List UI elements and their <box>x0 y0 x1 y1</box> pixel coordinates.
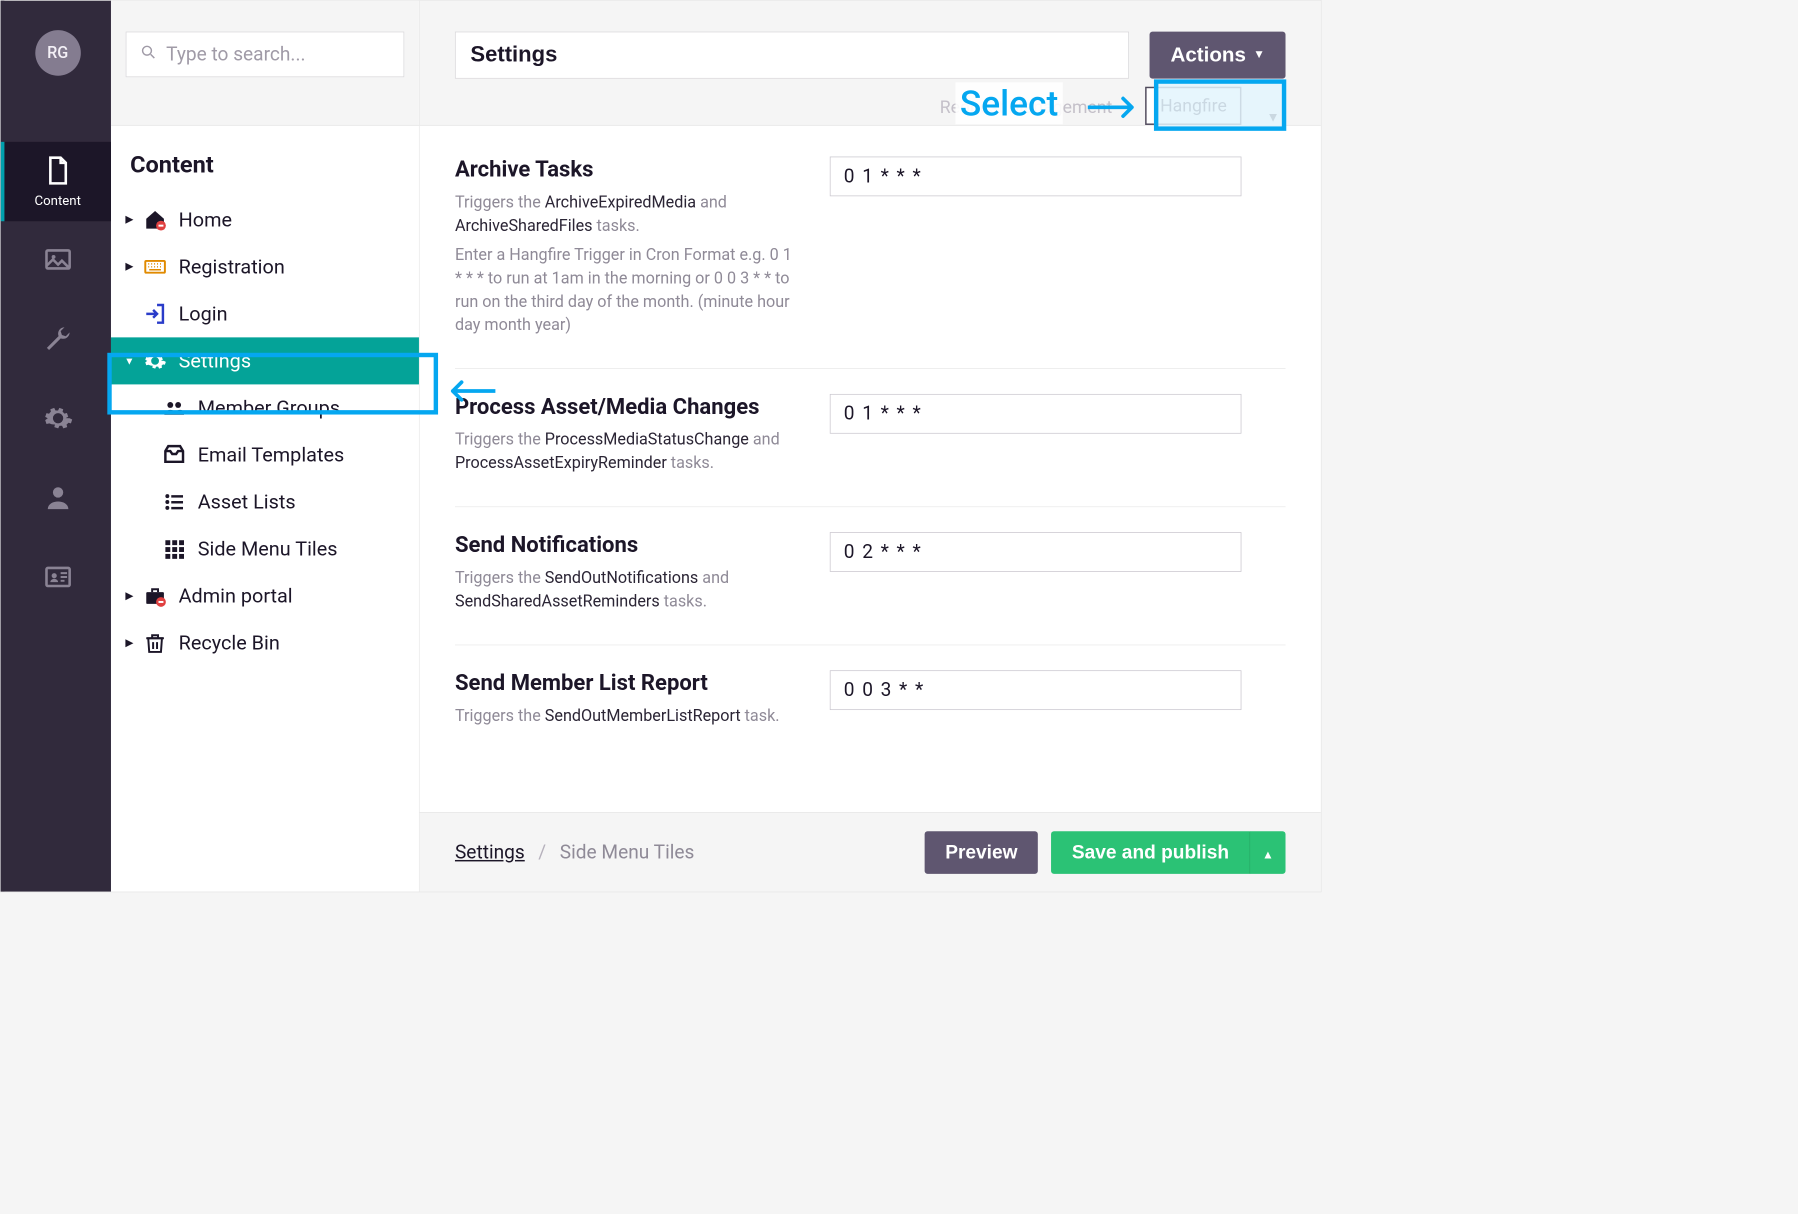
tree-item-recycle-bin[interactable]: ▶ Recycle Bin <box>111 620 419 667</box>
tree-item-label: Login <box>179 302 228 326</box>
tab-strip: Request Management Hangfire ▼ <box>455 88 1286 125</box>
inbox-icon <box>159 443 188 467</box>
tree-item-settings[interactable]: ▼ Settings <box>111 337 419 384</box>
tree-item-label: Settings <box>179 349 251 373</box>
group-icon <box>159 396 188 420</box>
field-description: Triggers the ArchiveExpiredMedia and Arc… <box>455 191 800 238</box>
caret-right-icon: ▶ <box>123 214 136 226</box>
tree-item-registration[interactable]: ▶ Registration <box>111 243 419 290</box>
cron-input-notify[interactable] <box>830 532 1242 572</box>
tree-item-label: Home <box>179 208 232 232</box>
search-placeholder: Type to search... <box>166 43 305 65</box>
tab-hangfire[interactable]: Hangfire <box>1145 87 1241 125</box>
grid-icon <box>159 537 188 561</box>
tree-item-label: Asset Lists <box>198 490 296 514</box>
cron-input-archive[interactable] <box>830 157 1242 197</box>
breadcrumb: Settings / Side Menu Tiles <box>455 841 911 863</box>
wrench-icon <box>42 323 73 357</box>
bottom-bar: Settings / Side Menu Tiles Preview Save … <box>420 812 1321 891</box>
content-tree-panel: Type to search... Content ▶ Home ▶ Regis… <box>111 1 420 892</box>
form-body: Archive Tasks Triggers the ArchiveExpire… <box>420 126 1321 812</box>
tree-item-label: Registration <box>179 255 285 279</box>
field-archive-tasks: Archive Tasks Triggers the ArchiveExpire… <box>455 152 1286 369</box>
list-icon <box>159 490 188 514</box>
caret-up-icon: ▲ <box>1262 849 1274 861</box>
field-send-member-list-report: Send Member List Report Triggers the Sen… <box>455 645 1286 759</box>
user-avatar[interactable]: RG <box>35 30 81 76</box>
keyboard-icon <box>140 255 169 279</box>
tab-request-management[interactable]: Request Management <box>926 89 1126 125</box>
search-input[interactable]: Type to search... <box>126 32 405 78</box>
main-panel: Actions ▼ Request Management Hangfire ▼ … <box>420 1 1321 892</box>
caret-right-icon: ▶ <box>123 590 136 602</box>
tree-item-label: Member Groups <box>198 396 340 420</box>
save-and-publish-button[interactable]: Save and publish <box>1051 831 1249 874</box>
login-icon <box>140 302 169 326</box>
rail-item-members[interactable] <box>4 539 111 618</box>
left-nav-rail: RG Content <box>1 1 111 892</box>
field-heading: Send Member List Report <box>455 670 800 696</box>
rail-item-content[interactable]: Content <box>4 142 111 221</box>
rail-item-media[interactable] <box>4 221 111 300</box>
home-icon <box>140 208 169 232</box>
cron-input-member-list[interactable] <box>830 670 1242 710</box>
rail-item-settings[interactable] <box>4 380 111 459</box>
caret-down-icon: ▼ <box>123 355 136 367</box>
rail-item-label: Content <box>34 193 80 208</box>
caret-right-icon: ▶ <box>123 261 136 273</box>
field-heading: Archive Tasks <box>455 157 800 183</box>
tree-item-label: Side Menu Tiles <box>198 537 338 561</box>
actions-button[interactable]: Actions ▼ <box>1150 32 1286 79</box>
save-dropdown-button[interactable]: ▲ <box>1250 831 1286 874</box>
tree-item-admin-portal[interactable]: ▶ Admin portal <box>111 573 419 620</box>
breadcrumb-root-link[interactable]: Settings <box>455 841 525 863</box>
topbar: Actions ▼ Request Management Hangfire ▼ <box>420 1 1321 126</box>
tree-item-label: Recycle Bin <box>179 631 280 655</box>
gear-icon <box>42 403 73 437</box>
tree-item-home[interactable]: ▶ Home <box>111 196 419 243</box>
breadcrumb-current: Side Menu Tiles <box>560 841 695 863</box>
field-heading: Send Notifications <box>455 532 800 558</box>
field-send-notifications: Send Notifications Triggers the SendOutN… <box>455 507 1286 645</box>
gear-icon <box>140 349 169 373</box>
caret-down-icon: ▼ <box>1253 49 1265 62</box>
breadcrumb-separator: / <box>538 841 546 863</box>
field-description: Triggers the SendOutMemberListReport tas… <box>455 705 800 728</box>
trash-icon <box>140 631 169 655</box>
tree-item-side-menu-tiles[interactable]: Side Menu Tiles <box>111 526 419 573</box>
tree-item-label: Admin portal <box>179 584 293 608</box>
user-icon <box>42 482 73 516</box>
tree-item-asset-lists[interactable]: Asset Lists <box>111 478 419 525</box>
cron-input-process[interactable] <box>830 394 1242 434</box>
page-title-input[interactable] <box>455 32 1129 79</box>
tree-item-login[interactable]: ▶ Login <box>111 290 419 337</box>
document-icon <box>42 155 73 189</box>
preview-button[interactable]: Preview <box>925 831 1038 874</box>
tree-item-member-groups[interactable]: Member Groups <box>111 384 419 431</box>
field-description: Triggers the SendOutNotifications and Se… <box>455 567 800 614</box>
tree-item-label: Email Templates <box>198 443 344 467</box>
search-icon <box>140 43 166 66</box>
briefcase-icon <box>140 584 169 608</box>
field-hint: Enter a Hangfire Trigger in Cron Format … <box>455 244 800 338</box>
field-description: Triggers the ProcessMediaStatusChange an… <box>455 429 800 476</box>
actions-button-label: Actions <box>1170 43 1245 67</box>
rail-item-tools[interactable] <box>4 301 111 380</box>
field-process-asset-media: Process Asset/Media Changes Triggers the… <box>455 369 1286 507</box>
image-icon <box>42 244 73 278</box>
field-heading: Process Asset/Media Changes <box>455 394 800 420</box>
tree-section-title: Content <box>111 126 419 197</box>
rail-item-users[interactable] <box>4 459 111 538</box>
tab-overflow-button[interactable]: ▼ <box>1261 110 1286 125</box>
caret-right-icon: ▶ <box>123 637 136 649</box>
tree-item-email-templates[interactable]: Email Templates <box>111 431 419 478</box>
id-card-icon <box>42 562 73 596</box>
